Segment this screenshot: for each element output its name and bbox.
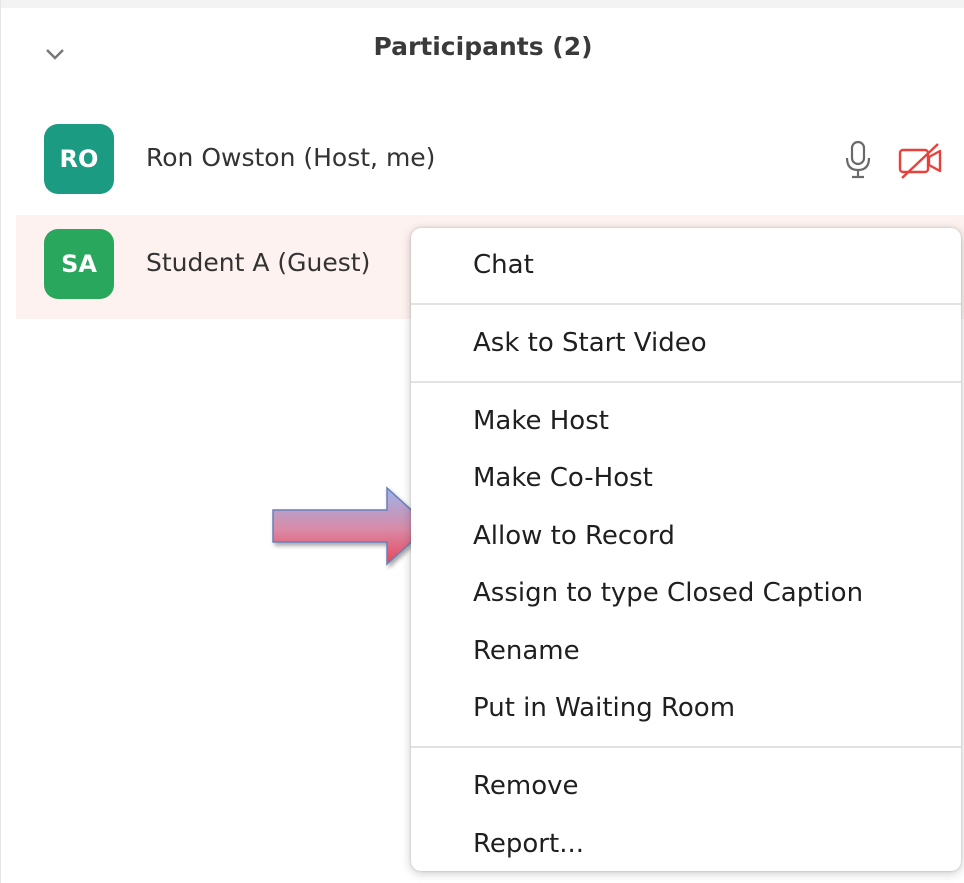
menu-item-put-in-waiting-room[interactable]: Put in Waiting Room bbox=[473, 693, 735, 723]
microphone-icon[interactable] bbox=[842, 140, 874, 180]
menu-separator bbox=[411, 381, 961, 383]
menu-item-assign-closed-caption[interactable]: Assign to type Closed Caption bbox=[473, 578, 863, 608]
participant-name: Ron Owston (Host, me) bbox=[146, 143, 436, 172]
panel-title: Participants (2) bbox=[373, 32, 593, 61]
participant-row-ron-owston[interactable]: RO Ron Owston (Host, me) bbox=[16, 110, 964, 214]
avatar: SA bbox=[44, 229, 114, 299]
menu-item-allow-to-record[interactable]: Allow to Record bbox=[473, 521, 675, 551]
avatar: RO bbox=[44, 124, 114, 194]
panel-header: Participants (2) bbox=[1, 8, 964, 92]
menu-separator bbox=[411, 303, 961, 305]
menu-item-remove[interactable]: Remove bbox=[473, 771, 579, 801]
participant-context-menu: Chat Ask to Start Video Make Host Make C… bbox=[411, 228, 961, 871]
video-off-icon[interactable] bbox=[896, 142, 946, 180]
menu-item-chat[interactable]: Chat bbox=[473, 250, 534, 280]
menu-item-make-host[interactable]: Make Host bbox=[473, 406, 609, 436]
menu-item-rename[interactable]: Rename bbox=[473, 636, 580, 666]
participant-name: Student A (Guest) bbox=[146, 248, 371, 277]
top-strip bbox=[1, 0, 964, 8]
menu-item-report[interactable]: Report... bbox=[473, 829, 584, 859]
menu-item-make-co-host[interactable]: Make Co-Host bbox=[473, 463, 653, 493]
menu-item-ask-to-start-video[interactable]: Ask to Start Video bbox=[473, 328, 707, 358]
menu-separator bbox=[411, 746, 961, 748]
participants-panel: Participants (2) RO Ron Owston (Host, me… bbox=[0, 0, 964, 883]
